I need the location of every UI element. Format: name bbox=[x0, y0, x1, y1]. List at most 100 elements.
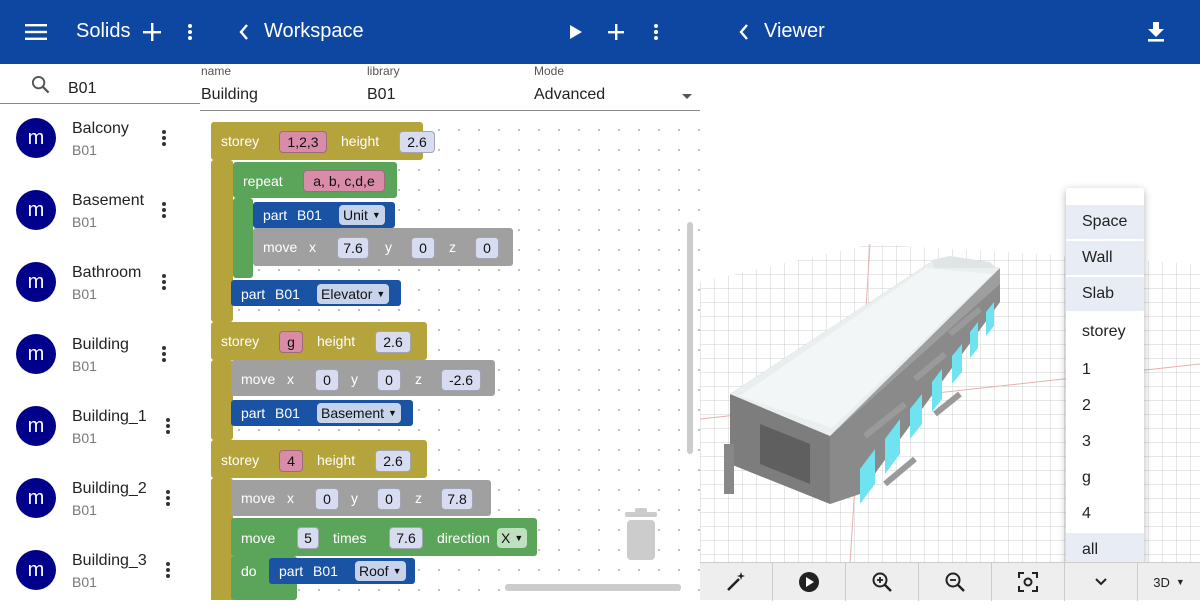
layer-option-wall[interactable]: Wall bbox=[1066, 241, 1144, 275]
y-value[interactable]: 0 bbox=[411, 237, 435, 259]
trash-icon[interactable] bbox=[621, 508, 661, 562]
move-times-block[interactable] bbox=[231, 518, 537, 556]
move-label: move bbox=[241, 530, 276, 546]
part-library: B01 bbox=[275, 405, 300, 421]
item-more-icon[interactable] bbox=[160, 560, 176, 580]
add-block-icon[interactable] bbox=[604, 20, 628, 44]
height-value[interactable]: 2.6 bbox=[375, 450, 411, 472]
layer-option-1[interactable]: 1 bbox=[1066, 353, 1144, 387]
caret-down-icon: ▼ bbox=[1175, 577, 1185, 587]
solids-more-icon[interactable] bbox=[184, 20, 196, 44]
item-more-icon[interactable] bbox=[156, 272, 172, 292]
item-more-icon[interactable] bbox=[160, 488, 176, 508]
layer-option-4[interactable]: 4 bbox=[1066, 497, 1144, 531]
layers-button[interactable] bbox=[1065, 563, 1138, 601]
layer-option-space[interactable]: Space bbox=[1066, 205, 1144, 239]
zoom-out-button[interactable] bbox=[919, 563, 992, 601]
zoom-in-button[interactable] bbox=[846, 563, 919, 601]
avatar: m bbox=[16, 262, 56, 302]
mode-label: Mode bbox=[534, 64, 565, 78]
do-label: do bbox=[241, 563, 257, 579]
list-item[interactable]: m Bathroom B01 bbox=[0, 252, 200, 324]
part-dropdown[interactable]: Elevator ▼ bbox=[317, 284, 390, 304]
play-button[interactable] bbox=[773, 563, 846, 601]
storey-value[interactable]: 4 bbox=[279, 450, 303, 472]
distance-value[interactable]: 7.6 bbox=[389, 527, 423, 549]
workspace-more-icon[interactable] bbox=[650, 20, 662, 44]
list-item[interactable]: m Balcony B01 bbox=[0, 108, 200, 180]
part-dropdown[interactable]: Unit ▼ bbox=[339, 205, 385, 225]
viewer-back-icon[interactable] bbox=[734, 20, 754, 44]
zoom-out-icon bbox=[945, 572, 965, 592]
part-dropdown[interactable]: Roof ▼ bbox=[355, 561, 406, 581]
layer-option-storey[interactable]: storey bbox=[1066, 315, 1144, 349]
layer-option-slab[interactable]: Slab bbox=[1066, 277, 1144, 311]
dropdown-arrow-icon: ▼ bbox=[376, 289, 386, 299]
z-label: z bbox=[415, 490, 422, 506]
magic-wand-button[interactable] bbox=[700, 563, 773, 601]
avatar: m bbox=[16, 406, 56, 446]
list-item[interactable]: m Building_1 B01 bbox=[0, 396, 200, 468]
fit-view-button[interactable] bbox=[992, 563, 1065, 601]
search-bar[interactable]: B01 bbox=[0, 64, 200, 104]
item-library: B01 bbox=[72, 502, 97, 518]
storey-block-spine bbox=[211, 160, 233, 322]
repeat-block-spine bbox=[233, 198, 253, 278]
y-label: y bbox=[351, 490, 358, 506]
y-value[interactable]: 0 bbox=[377, 369, 401, 391]
item-more-icon[interactable] bbox=[156, 200, 172, 220]
name-label: name bbox=[201, 64, 232, 78]
avatar: m bbox=[16, 334, 56, 374]
layer-option-3[interactable]: 3 bbox=[1066, 425, 1144, 459]
height-value[interactable]: 2.6 bbox=[375, 331, 411, 353]
download-icon[interactable] bbox=[1144, 20, 1168, 44]
search-input[interactable]: B01 bbox=[68, 80, 96, 98]
item-more-icon[interactable] bbox=[156, 128, 172, 148]
y-value[interactable]: 0 bbox=[377, 488, 401, 510]
workspace-title: Workspace bbox=[264, 20, 364, 42]
mode-select[interactable]: Advanced bbox=[534, 86, 605, 104]
z-label: z bbox=[415, 371, 422, 387]
height-value[interactable]: 2.6 bbox=[399, 131, 435, 153]
z-value[interactable]: -2.6 bbox=[441, 369, 481, 391]
list-item[interactable]: m Building_3 B01 bbox=[0, 540, 200, 612]
x-value[interactable]: 0 bbox=[315, 488, 339, 510]
z-value[interactable]: 7.8 bbox=[441, 488, 473, 510]
list-item[interactable]: m Building B01 bbox=[0, 324, 200, 396]
z-value[interactable]: 0 bbox=[475, 237, 499, 259]
vertical-scrollbar[interactable] bbox=[687, 222, 693, 454]
repeat-value[interactable]: a, b, c,d,e bbox=[303, 170, 385, 192]
height-label: height bbox=[341, 133, 380, 149]
item-more-icon[interactable] bbox=[156, 344, 172, 364]
name-field[interactable]: Building bbox=[201, 86, 258, 104]
item-more-icon[interactable] bbox=[160, 416, 176, 436]
run-icon[interactable] bbox=[566, 20, 586, 44]
storey-value[interactable]: g bbox=[279, 331, 303, 353]
add-solid-icon[interactable] bbox=[140, 20, 164, 44]
horizontal-scrollbar[interactable] bbox=[505, 584, 681, 591]
layer-option-g[interactable]: g bbox=[1066, 461, 1144, 495]
list-item[interactable]: m Building_2 B01 bbox=[0, 468, 200, 540]
x-label: x bbox=[287, 371, 294, 387]
part-dropdown[interactable]: Basement ▼ bbox=[317, 403, 401, 423]
item-name: Building_2 bbox=[72, 480, 147, 497]
x-label: x bbox=[309, 239, 316, 255]
list-item[interactable]: m Basement B01 bbox=[0, 180, 200, 252]
view-mode-select[interactable]: 3D ▼ bbox=[1138, 563, 1200, 601]
move-label: move bbox=[241, 371, 276, 387]
layer-option-2[interactable]: 2 bbox=[1066, 389, 1144, 423]
library-label: library bbox=[367, 64, 400, 78]
library-field[interactable]: B01 bbox=[367, 86, 395, 104]
hamburger-menu-icon[interactable] bbox=[24, 20, 48, 44]
item-library: B01 bbox=[72, 214, 97, 230]
block-workspace[interactable]: storey 1,2,3 height 2.6 repeat a, b, c,d… bbox=[201, 112, 700, 600]
storey-value[interactable]: 1,2,3 bbox=[279, 131, 327, 153]
times-value[interactable]: 5 bbox=[297, 527, 319, 549]
mode-dropdown-arrow-icon[interactable] bbox=[682, 94, 692, 99]
x-value[interactable]: 7.6 bbox=[337, 237, 369, 259]
x-value[interactable]: 0 bbox=[315, 369, 339, 391]
workspace-back-icon[interactable] bbox=[234, 20, 254, 44]
direction-dropdown[interactable]: X ▼ bbox=[497, 528, 528, 548]
storey-label: storey bbox=[221, 133, 260, 149]
part-label: part bbox=[279, 563, 304, 579]
